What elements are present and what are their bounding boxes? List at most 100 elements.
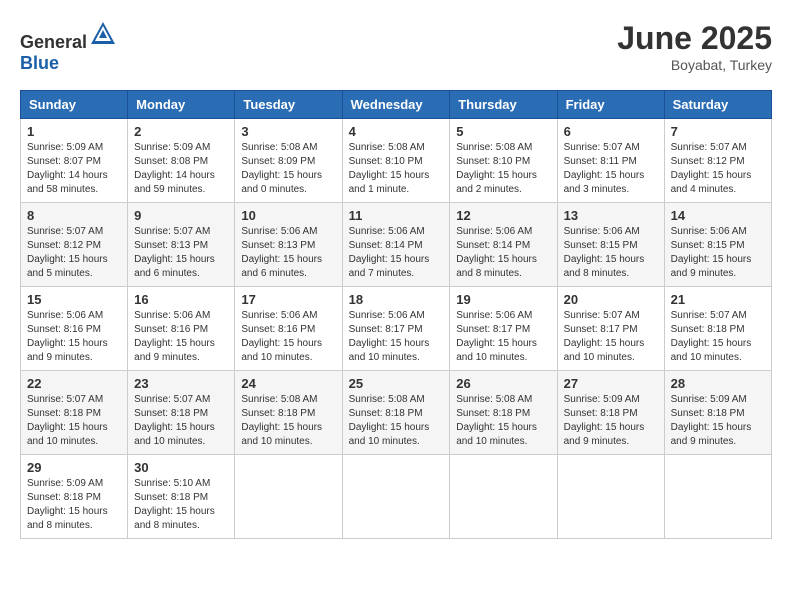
table-row: 26 Sunrise: 5:08 AM Sunset: 8:18 PM Dayl…: [450, 371, 557, 455]
table-row: 2 Sunrise: 5:09 AM Sunset: 8:08 PM Dayli…: [128, 119, 235, 203]
table-row: 27 Sunrise: 5:09 AM Sunset: 8:18 PM Dayl…: [557, 371, 664, 455]
day-number: 3: [241, 124, 335, 139]
day-info: Sunrise: 5:07 AM Sunset: 8:12 PM Dayligh…: [671, 142, 752, 195]
table-row: 8 Sunrise: 5:07 AM Sunset: 8:12 PM Dayli…: [21, 203, 128, 287]
day-number: 30: [134, 460, 228, 475]
table-row: 28 Sunrise: 5:09 AM Sunset: 8:18 PM Dayl…: [664, 371, 771, 455]
table-row: 25 Sunrise: 5:08 AM Sunset: 8:18 PM Dayl…: [342, 371, 450, 455]
day-info: Sunrise: 5:06 AM Sunset: 8:17 PM Dayligh…: [349, 310, 430, 363]
calendar-week-row: 1 Sunrise: 5:09 AM Sunset: 8:07 PM Dayli…: [21, 119, 772, 203]
day-info: Sunrise: 5:09 AM Sunset: 8:18 PM Dayligh…: [671, 394, 752, 447]
col-monday: Monday: [128, 91, 235, 119]
day-number: 10: [241, 208, 335, 223]
day-number: 24: [241, 376, 335, 391]
table-row: 19 Sunrise: 5:06 AM Sunset: 8:17 PM Dayl…: [450, 287, 557, 371]
day-number: 29: [27, 460, 121, 475]
col-friday: Friday: [557, 91, 664, 119]
table-row: [450, 455, 557, 539]
logo-text: General Blue: [20, 20, 117, 74]
day-number: 4: [349, 124, 444, 139]
day-info: Sunrise: 5:07 AM Sunset: 8:18 PM Dayligh…: [671, 310, 752, 363]
month-year-title: June 2025: [617, 20, 772, 57]
day-number: 11: [349, 208, 444, 223]
day-info: Sunrise: 5:06 AM Sunset: 8:13 PM Dayligh…: [241, 226, 322, 279]
day-number: 20: [564, 292, 658, 307]
table-row: 12 Sunrise: 5:06 AM Sunset: 8:14 PM Dayl…: [450, 203, 557, 287]
table-row: [235, 455, 342, 539]
calendar-week-row: 15 Sunrise: 5:06 AM Sunset: 8:16 PM Dayl…: [21, 287, 772, 371]
calendar-week-row: 22 Sunrise: 5:07 AM Sunset: 8:18 PM Dayl…: [21, 371, 772, 455]
table-row: 9 Sunrise: 5:07 AM Sunset: 8:13 PM Dayli…: [128, 203, 235, 287]
day-number: 14: [671, 208, 765, 223]
day-info: Sunrise: 5:08 AM Sunset: 8:10 PM Dayligh…: [456, 142, 537, 195]
table-row: 30 Sunrise: 5:10 AM Sunset: 8:18 PM Dayl…: [128, 455, 235, 539]
table-row: [664, 455, 771, 539]
day-number: 15: [27, 292, 121, 307]
table-row: 11 Sunrise: 5:06 AM Sunset: 8:14 PM Dayl…: [342, 203, 450, 287]
table-row: 22 Sunrise: 5:07 AM Sunset: 8:18 PM Dayl…: [21, 371, 128, 455]
calendar-body: 1 Sunrise: 5:09 AM Sunset: 8:07 PM Dayli…: [21, 119, 772, 539]
day-info: Sunrise: 5:07 AM Sunset: 8:18 PM Dayligh…: [27, 394, 108, 447]
day-info: Sunrise: 5:08 AM Sunset: 8:18 PM Dayligh…: [456, 394, 537, 447]
table-row: 6 Sunrise: 5:07 AM Sunset: 8:11 PM Dayli…: [557, 119, 664, 203]
day-info: Sunrise: 5:07 AM Sunset: 8:17 PM Dayligh…: [564, 310, 645, 363]
day-number: 6: [564, 124, 658, 139]
table-row: 13 Sunrise: 5:06 AM Sunset: 8:15 PM Dayl…: [557, 203, 664, 287]
day-info: Sunrise: 5:06 AM Sunset: 8:16 PM Dayligh…: [27, 310, 108, 363]
day-number: 22: [27, 376, 121, 391]
day-info: Sunrise: 5:09 AM Sunset: 8:18 PM Dayligh…: [27, 478, 108, 531]
table-row: 18 Sunrise: 5:06 AM Sunset: 8:17 PM Dayl…: [342, 287, 450, 371]
table-row: 16 Sunrise: 5:06 AM Sunset: 8:16 PM Dayl…: [128, 287, 235, 371]
day-number: 26: [456, 376, 550, 391]
day-number: 16: [134, 292, 228, 307]
day-number: 17: [241, 292, 335, 307]
col-thursday: Thursday: [450, 91, 557, 119]
calendar-week-row: 8 Sunrise: 5:07 AM Sunset: 8:12 PM Dayli…: [21, 203, 772, 287]
title-block: June 2025 Boyabat, Turkey: [617, 20, 772, 73]
table-row: [557, 455, 664, 539]
logo: General Blue: [20, 20, 117, 74]
table-row: 5 Sunrise: 5:08 AM Sunset: 8:10 PM Dayli…: [450, 119, 557, 203]
day-info: Sunrise: 5:07 AM Sunset: 8:11 PM Dayligh…: [564, 142, 645, 195]
location-subtitle: Boyabat, Turkey: [617, 57, 772, 73]
calendar-header-row: Sunday Monday Tuesday Wednesday Thursday…: [21, 91, 772, 119]
day-number: 25: [349, 376, 444, 391]
table-row: 1 Sunrise: 5:09 AM Sunset: 8:07 PM Dayli…: [21, 119, 128, 203]
table-row: 10 Sunrise: 5:06 AM Sunset: 8:13 PM Dayl…: [235, 203, 342, 287]
day-info: Sunrise: 5:08 AM Sunset: 8:18 PM Dayligh…: [349, 394, 430, 447]
logo-icon: [89, 20, 117, 48]
day-number: 5: [456, 124, 550, 139]
day-info: Sunrise: 5:06 AM Sunset: 8:14 PM Dayligh…: [456, 226, 537, 279]
day-info: Sunrise: 5:09 AM Sunset: 8:18 PM Dayligh…: [564, 394, 645, 447]
page-header: General Blue June 2025 Boyabat, Turkey: [20, 20, 772, 74]
day-info: Sunrise: 5:06 AM Sunset: 8:16 PM Dayligh…: [241, 310, 322, 363]
day-info: Sunrise: 5:06 AM Sunset: 8:17 PM Dayligh…: [456, 310, 537, 363]
table-row: 15 Sunrise: 5:06 AM Sunset: 8:16 PM Dayl…: [21, 287, 128, 371]
day-info: Sunrise: 5:09 AM Sunset: 8:07 PM Dayligh…: [27, 142, 108, 195]
day-number: 13: [564, 208, 658, 223]
day-info: Sunrise: 5:06 AM Sunset: 8:15 PM Dayligh…: [564, 226, 645, 279]
table-row: 29 Sunrise: 5:09 AM Sunset: 8:18 PM Dayl…: [21, 455, 128, 539]
day-info: Sunrise: 5:08 AM Sunset: 8:09 PM Dayligh…: [241, 142, 322, 195]
table-row: 20 Sunrise: 5:07 AM Sunset: 8:17 PM Dayl…: [557, 287, 664, 371]
day-number: 23: [134, 376, 228, 391]
day-info: Sunrise: 5:07 AM Sunset: 8:12 PM Dayligh…: [27, 226, 108, 279]
calendar-week-row: 29 Sunrise: 5:09 AM Sunset: 8:18 PM Dayl…: [21, 455, 772, 539]
calendar-table: Sunday Monday Tuesday Wednesday Thursday…: [20, 90, 772, 539]
table-row: 17 Sunrise: 5:06 AM Sunset: 8:16 PM Dayl…: [235, 287, 342, 371]
table-row: 7 Sunrise: 5:07 AM Sunset: 8:12 PM Dayli…: [664, 119, 771, 203]
day-number: 8: [27, 208, 121, 223]
day-number: 7: [671, 124, 765, 139]
day-info: Sunrise: 5:09 AM Sunset: 8:08 PM Dayligh…: [134, 142, 215, 195]
day-info: Sunrise: 5:06 AM Sunset: 8:16 PM Dayligh…: [134, 310, 215, 363]
table-row: [342, 455, 450, 539]
day-info: Sunrise: 5:10 AM Sunset: 8:18 PM Dayligh…: [134, 478, 215, 531]
table-row: 3 Sunrise: 5:08 AM Sunset: 8:09 PM Dayli…: [235, 119, 342, 203]
table-row: 21 Sunrise: 5:07 AM Sunset: 8:18 PM Dayl…: [664, 287, 771, 371]
col-tuesday: Tuesday: [235, 91, 342, 119]
day-number: 28: [671, 376, 765, 391]
day-info: Sunrise: 5:08 AM Sunset: 8:10 PM Dayligh…: [349, 142, 430, 195]
day-number: 12: [456, 208, 550, 223]
table-row: 23 Sunrise: 5:07 AM Sunset: 8:18 PM Dayl…: [128, 371, 235, 455]
logo-blue: Blue: [20, 53, 59, 73]
